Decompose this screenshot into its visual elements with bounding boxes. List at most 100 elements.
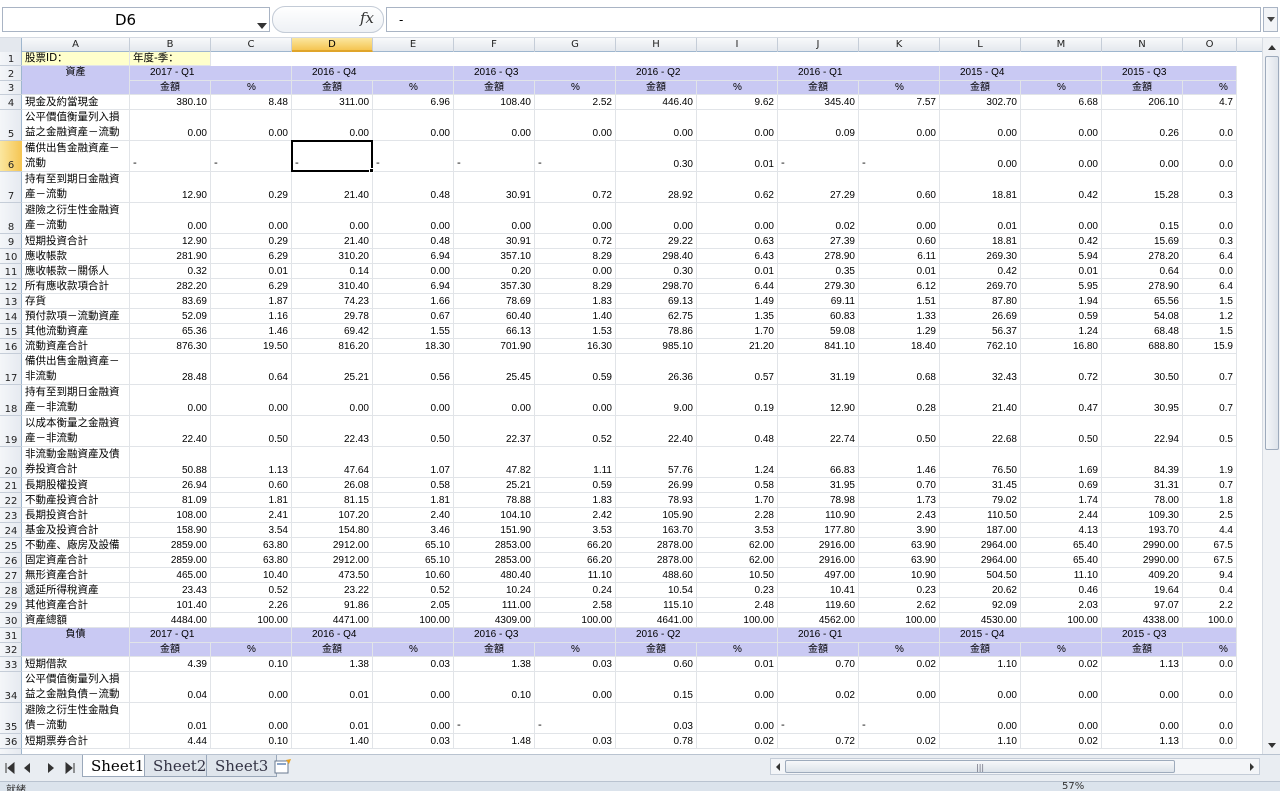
data-cell[interactable]: -	[535, 141, 616, 172]
data-cell[interactable]: 2859.00	[130, 538, 211, 553]
data-cell[interactable]: 87.80	[940, 294, 1021, 309]
liab-amount-header[interactable]: 金額	[616, 643, 697, 657]
data-cell[interactable]: 0.24	[535, 583, 616, 598]
row-header-27[interactable]: 27	[0, 568, 22, 583]
assets-period-header[interactable]: 2017 - Q1	[130, 66, 292, 81]
column-header-e[interactable]: E	[373, 38, 454, 52]
data-cell[interactable]: 4.44	[130, 734, 211, 749]
data-cell[interactable]: 1.38	[292, 657, 373, 672]
row-header-13[interactable]: 13	[0, 294, 22, 309]
data-cell[interactable]: 504.50	[940, 568, 1021, 583]
data-cell[interactable]: 52.09	[130, 309, 211, 324]
data-cell[interactable]: 22.74	[778, 416, 859, 447]
row-label[interactable]: 應收帳款－關係人	[22, 264, 130, 279]
data-cell[interactable]: 446.40	[616, 95, 697, 110]
data-cell[interactable]: 3.90	[859, 523, 940, 538]
data-cell[interactable]: 357.30	[454, 279, 535, 294]
data-cell[interactable]: 1.70	[697, 493, 778, 508]
row-header-5[interactable]: 5	[0, 110, 22, 141]
row-header-3[interactable]: 3	[0, 81, 22, 95]
data-cell[interactable]: 2990.00	[1102, 553, 1183, 568]
data-cell[interactable]: -	[211, 141, 292, 172]
data-cell[interactable]: 0.00	[211, 703, 292, 734]
data-cell[interactable]: 0.03	[373, 657, 454, 672]
data-cell[interactable]: 5.94	[1021, 249, 1102, 264]
row-label[interactable]: 長期投資合計	[22, 508, 130, 523]
data-cell[interactable]: 2964.00	[940, 538, 1021, 553]
data-cell[interactable]: 1.48	[454, 734, 535, 749]
row-label[interactable]: 不動產、廠房及設備	[22, 538, 130, 553]
data-cell[interactable]: 2.44	[1021, 508, 1102, 523]
data-cell[interactable]: 0.00	[130, 110, 211, 141]
data-cell[interactable]: 19.50	[211, 339, 292, 354]
data-cell[interactable]: 1.07	[373, 447, 454, 478]
data-cell[interactable]: 4530.00	[940, 613, 1021, 628]
data-cell[interactable]: 10.50	[697, 568, 778, 583]
liab-amount-header[interactable]: 金額	[940, 643, 1021, 657]
insert-function-icon[interactable]: fx	[360, 9, 374, 27]
data-cell[interactable]: 0.00	[535, 203, 616, 234]
data-cell[interactable]: 0.19	[697, 385, 778, 416]
row-label[interactable]: 長期股權投資	[22, 478, 130, 493]
row-label[interactable]: 其他資產合計	[22, 598, 130, 613]
data-cell[interactable]: 2.03	[1021, 598, 1102, 613]
data-cell[interactable]: 0.20	[454, 264, 535, 279]
data-cell[interactable]: 31.95	[778, 478, 859, 493]
data-cell[interactable]: 688.80	[1102, 339, 1183, 354]
data-cell[interactable]: 19.64	[1102, 583, 1183, 598]
data-cell[interactable]: 193.70	[1102, 523, 1183, 538]
data-cell[interactable]: 1.49	[697, 294, 778, 309]
row-header-36[interactable]: 36	[0, 734, 22, 749]
data-cell[interactable]: 0.00	[859, 203, 940, 234]
data-cell[interactable]: 22.40	[616, 416, 697, 447]
data-cell[interactable]: 0.00	[454, 203, 535, 234]
data-cell[interactable]: 0.60	[616, 657, 697, 672]
data-cell[interactable]: 10.24	[454, 583, 535, 598]
cell-area[interactable]: 股票ID：年度-季：24122017-1資產2017 - Q1金額%2016 -…	[22, 52, 1262, 754]
data-cell[interactable]: 2916.00	[778, 538, 859, 553]
assets-period-header[interactable]: 2016 - Q4	[292, 66, 454, 81]
data-cell[interactable]: 0.50	[373, 416, 454, 447]
row-label[interactable]: 公平價值衡量列入損益之金融資產－流動	[22, 110, 130, 141]
data-cell[interactable]: 4309.00	[454, 613, 535, 628]
column-header-m[interactable]: M	[1021, 38, 1102, 52]
data-cell[interactable]: 0.00	[454, 385, 535, 416]
data-cell[interactable]: 11.10	[535, 568, 616, 583]
data-cell[interactable]: 30.95	[1102, 385, 1183, 416]
data-cell[interactable]: 0.35	[778, 264, 859, 279]
data-cell[interactable]: 6.43	[697, 249, 778, 264]
data-cell[interactable]: 2.43	[859, 508, 940, 523]
data-cell[interactable]: 2878.00	[616, 538, 697, 553]
data-cell[interactable]: 10.60	[373, 568, 454, 583]
data-cell[interactable]: 0.00	[292, 385, 373, 416]
data-cell[interactable]: 0.00	[373, 672, 454, 703]
data-cell[interactable]: 26.99	[616, 478, 697, 493]
data-cell[interactable]: 108.40	[454, 95, 535, 110]
data-cell[interactable]: -	[859, 703, 940, 734]
liab-pct-header[interactable]: %	[697, 643, 778, 657]
data-cell[interactable]: 0.48	[373, 234, 454, 249]
data-cell[interactable]: 0.02	[1021, 734, 1102, 749]
row-label[interactable]: 避險之衍生性金融資產－流動	[22, 203, 130, 234]
data-cell[interactable]: 2916.00	[778, 553, 859, 568]
data-cell[interactable]: 65.40	[1021, 538, 1102, 553]
row-header-10[interactable]: 10	[0, 249, 22, 264]
data-cell[interactable]: 111.00	[454, 598, 535, 613]
data-cell[interactable]: 0.63	[697, 234, 778, 249]
liab-period-header[interactable]: 2016 - Q2	[616, 628, 778, 643]
data-cell[interactable]: 0.30	[616, 141, 697, 172]
liab-amount-header[interactable]: 金額	[1102, 643, 1183, 657]
data-cell[interactable]: 0.67	[373, 309, 454, 324]
data-cell[interactable]: 65.40	[1021, 553, 1102, 568]
data-cell[interactable]: 6.44	[697, 279, 778, 294]
data-cell[interactable]: 1.13	[1102, 734, 1183, 749]
data-cell[interactable]: 0.00	[211, 203, 292, 234]
data-cell[interactable]: 6.4	[1183, 279, 1237, 294]
data-cell[interactable]: 1.5	[1183, 324, 1237, 339]
data-cell[interactable]: 0.00	[373, 110, 454, 141]
data-cell[interactable]: 1.24	[1021, 324, 1102, 339]
row-header-26[interactable]: 26	[0, 553, 22, 568]
data-cell[interactable]: 65.36	[130, 324, 211, 339]
data-cell[interactable]: 1.83	[535, 493, 616, 508]
row-header-28[interactable]: 28	[0, 583, 22, 598]
